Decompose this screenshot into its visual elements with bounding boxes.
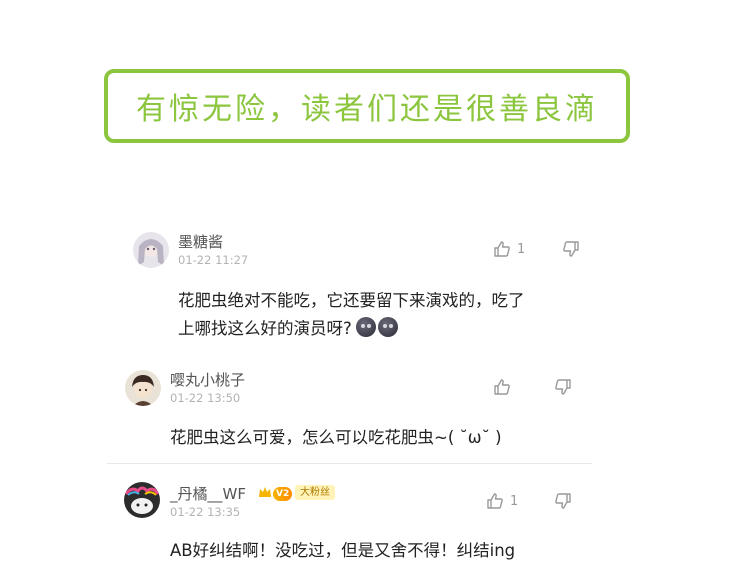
like-button[interactable]: 1 — [486, 492, 518, 510]
comment-text-line: 花肥虫绝对不能吃，它还要留下来演戏的，吃了 — [178, 291, 525, 310]
username[interactable]: _丹橘__WF — [170, 483, 246, 504]
crown-icon — [259, 487, 271, 497]
like-count: 1 — [510, 493, 519, 509]
avatar-cartoon-icon — [124, 482, 160, 518]
like-button[interactable] — [493, 378, 517, 396]
comment-text: 花肥虫绝对不能吃，它还要留下来演戏的，吃了 上哪找这么好的演员呀? — [178, 287, 598, 343]
thumbs-up-icon — [494, 379, 510, 395]
fan-badge: 大粉丝 — [295, 485, 335, 500]
timestamp: 01-22 11:27 — [178, 253, 249, 267]
like-count: 1 — [517, 241, 526, 257]
level-badge: V2 — [273, 487, 293, 501]
timestamp: 01-22 13:50 — [170, 391, 241, 405]
comment-text-segment: 上哪找这么好的演员呀? — [178, 319, 352, 338]
thumbs-down-icon — [555, 379, 571, 395]
timestamp: 01-22 13:35 — [170, 505, 241, 519]
avatar[interactable] — [125, 370, 161, 406]
username[interactable]: 墨糖酱 — [178, 231, 223, 252]
dislike-button[interactable] — [562, 240, 580, 258]
thumbs-down-icon — [563, 241, 579, 257]
avatar[interactable] — [124, 482, 160, 518]
comment-text: AB好纠结啊！没吃过，但是又舍不得！纠结ing — [170, 541, 516, 560]
divider — [107, 463, 592, 464]
thumbs-up-icon — [487, 493, 503, 509]
like-button[interactable]: 1 — [493, 240, 525, 258]
dark-face-emoji-icon — [377, 317, 398, 337]
username[interactable]: 嘤丸小桃子 — [170, 369, 245, 390]
thumbs-up-icon — [494, 241, 510, 257]
dislike-button[interactable] — [554, 492, 572, 510]
thumbs-down-icon — [555, 493, 571, 509]
avatar-girl-icon — [133, 232, 169, 268]
banner-text: 有惊无险，读者们还是很善良滴 — [136, 92, 598, 127]
title-banner: 有惊无险，读者们还是很善良滴 — [104, 69, 630, 143]
comment-text-line: 上哪找这么好的演员呀? — [178, 315, 598, 343]
avatar[interactable] — [133, 232, 169, 268]
avatar-boy-icon — [125, 370, 161, 406]
comment-text: 花肥虫这么可爱，怎么可以吃花肥虫~( ˘ω˘ ) — [170, 428, 502, 447]
dark-face-emoji-icon — [355, 317, 376, 337]
dislike-button[interactable] — [554, 378, 572, 396]
